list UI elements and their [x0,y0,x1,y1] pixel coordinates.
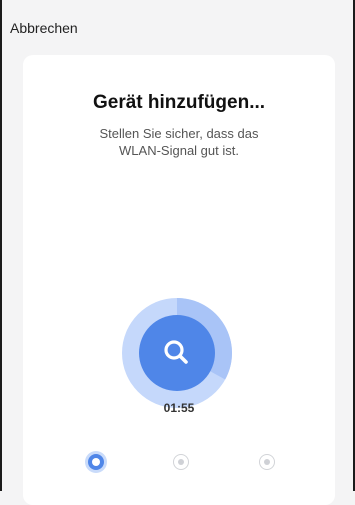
search-progress-ring [122,298,232,408]
add-device-card: Gerät hinzufügen... Stellen Sie sicher, … [23,55,335,505]
countdown-timer: 01:55 [163,401,195,415]
step-indicator-1 [88,454,104,470]
step-indicator-2 [173,454,189,470]
page-title: Gerät hinzufügen... [92,92,266,113]
instruction-text: Stellen Sie sicher, dass das WLAN-Signal… [23,125,335,159]
search-core [139,315,215,391]
cancel-button[interactable]: Abbrechen [10,20,78,36]
step-indicator-3 [259,454,275,470]
instruction-line-1: Stellen Sie sicher, dass das [99,126,259,141]
instruction-line-2: WLAN-Signal gut ist. [119,143,239,158]
window-frame-left [0,0,2,491]
